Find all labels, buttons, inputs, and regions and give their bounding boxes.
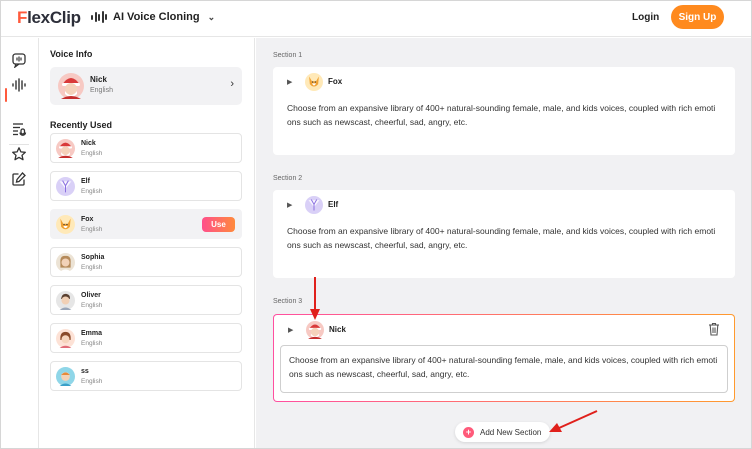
voice-item-sophia[interactable]: Sophia English <box>50 247 242 277</box>
voice-name: Nick <box>81 140 96 147</box>
tool-name: AI Voice Cloning <box>113 11 200 23</box>
avatar <box>56 215 75 234</box>
play-icon[interactable]: ▶ <box>288 326 293 334</box>
voice-lang: English <box>81 340 103 347</box>
voice-name: Emma <box>81 330 103 337</box>
voice-name: Fox <box>81 216 94 223</box>
avatar <box>56 253 75 272</box>
avatar[interactable] <box>305 196 323 214</box>
section-text[interactable]: Choose from an expansive library of 400+… <box>287 224 719 252</box>
current-voice-name: Nick <box>90 75 107 84</box>
script-icon[interactable] <box>10 120 28 138</box>
signup-button[interactable]: Sign Up <box>671 5 724 29</box>
top-bar: FlexClip AI Voice Cloning ⌄ Login Sign U… <box>1 1 751 37</box>
voice-item-nick[interactable]: Nick English <box>50 133 242 163</box>
trash-icon[interactable] <box>708 322 720 336</box>
voice-name: Oliver <box>81 292 101 299</box>
app-window: FlexClip AI Voice Cloning ⌄ Login Sign U… <box>0 0 752 449</box>
play-icon[interactable]: ▶ <box>287 78 292 86</box>
voice-name: ss <box>81 368 89 375</box>
voice-lang: English <box>81 188 103 195</box>
voice-info-title: Voice Info <box>50 49 93 59</box>
avatar <box>56 329 75 348</box>
voice-chat-icon[interactable] <box>10 51 28 69</box>
avatar[interactable] <box>306 321 324 339</box>
soundwave-icon <box>91 11 107 23</box>
use-voice-button[interactable]: Use <box>202 217 235 232</box>
voice-lang: English <box>81 302 103 309</box>
avatar <box>56 291 75 310</box>
section-voice-name: Elf <box>328 200 339 209</box>
voice-lang: English <box>81 264 103 271</box>
section-text: Choose from an expansive library of 400+… <box>289 355 718 379</box>
play-icon[interactable]: ▶ <box>287 201 292 209</box>
section-text-input[interactable]: Choose from an expansive library of 400+… <box>280 345 728 393</box>
voice-lang: English <box>81 378 103 385</box>
section-voice-name: Fox <box>328 77 343 86</box>
voice-lang: English <box>81 226 103 233</box>
voice-item-fox[interactable]: Fox English Use <box>50 209 242 239</box>
recently-used-title: Recently Used <box>50 120 113 130</box>
section-voice-name: Nick <box>329 325 346 334</box>
sections-editor: Section 1 ▶ Fox Choose from an expansive li… <box>256 38 751 448</box>
section-card[interactable]: ▶ Elf Choose from an expansive library of … <box>273 190 735 278</box>
flexclip-logo[interactable]: FlexClip <box>17 8 81 28</box>
avatar <box>58 73 84 99</box>
add-section-button[interactable]: + Add New Section <box>455 422 550 442</box>
login-button[interactable]: Login <box>632 12 659 23</box>
star-icon[interactable] <box>10 145 28 163</box>
voice-item-oliver[interactable]: Oliver English <box>50 285 242 315</box>
tool-selector[interactable]: AI Voice Cloning ⌄ <box>91 11 215 23</box>
avatar <box>56 367 75 386</box>
chevron-right-icon: › <box>230 78 234 90</box>
active-indicator <box>5 88 7 102</box>
avatar[interactable] <box>305 73 323 91</box>
section-text[interactable]: Choose from an expansive library of 400+… <box>287 101 719 129</box>
edit-icon[interactable] <box>10 170 28 188</box>
current-voice-lang: English <box>90 87 113 94</box>
section-card[interactable]: ▶ Fox Choose from an expansive library of … <box>273 67 735 155</box>
voice-name: Elf <box>81 178 90 185</box>
chevron-down-icon: ⌄ <box>207 11 216 22</box>
soundwave-nav-icon[interactable] <box>10 76 28 94</box>
avatar <box>56 139 75 158</box>
section-label: Section 3 <box>273 298 303 305</box>
voice-item-emma[interactable]: Emma English <box>50 323 242 353</box>
current-voice-card[interactable]: Nick English › <box>50 67 242 105</box>
left-rail <box>1 38 39 448</box>
section-label: Section 2 <box>273 175 303 182</box>
section-card[interactable]: ▶ Nick Choose from an expansive library of… <box>273 314 735 402</box>
avatar <box>56 177 75 196</box>
add-section-label: Add New Section <box>480 427 542 437</box>
voice-lang: English <box>81 150 103 157</box>
plus-icon: + <box>463 426 474 438</box>
voice-name: Sophia <box>81 254 105 261</box>
section-label: Section 1 <box>273 52 303 59</box>
voice-item-ss[interactable]: ss English <box>50 361 242 391</box>
voice-panel: Voice Info Nick English › Recently Used … <box>40 38 255 448</box>
voice-item-elf[interactable]: Elf English <box>50 171 242 201</box>
